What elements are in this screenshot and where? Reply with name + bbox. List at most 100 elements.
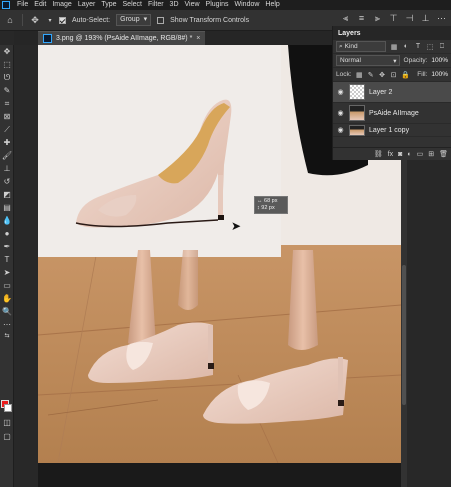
- layer-name[interactable]: Layer 2: [369, 89, 392, 96]
- document-tab[interactable]: 3.png @ 193% (PsAide AIImage, RGB/8#) * …: [38, 31, 206, 45]
- kind-filter-label: Kind: [344, 43, 358, 50]
- kind-filter-dropdown[interactable]: ⌕ Kind: [336, 41, 386, 52]
- menu-type[interactable]: Type: [98, 0, 119, 10]
- lock-pixels-icon[interactable]: ▦: [356, 71, 363, 79]
- link-icon[interactable]: ⛓: [374, 150, 383, 158]
- close-tab-icon[interactable]: ×: [196, 35, 200, 42]
- align-bottom-icon[interactable]: ⊥: [420, 13, 431, 25]
- dodge-tool-icon[interactable]: ●: [0, 227, 14, 240]
- lock-all-icon[interactable]: 🔒: [401, 71, 410, 79]
- lock-label: Lock:: [336, 71, 352, 78]
- new-layer-icon[interactable]: ⊞: [428, 150, 434, 158]
- path-select-tool-icon[interactable]: ➤: [0, 266, 14, 279]
- adjustment-filter-icon[interactable]: ◐: [402, 43, 410, 50]
- align-right-icon[interactable]: ⫸: [372, 13, 383, 25]
- trash-icon[interactable]: 🗑: [439, 150, 448, 158]
- align-left-icon[interactable]: ⫷: [340, 13, 351, 25]
- blur-tool-icon[interactable]: 💧: [0, 214, 14, 227]
- menu-help[interactable]: Help: [262, 0, 282, 10]
- menu-layer[interactable]: Layer: [75, 0, 99, 10]
- show-transform-label: Show Transform Controls: [170, 16, 250, 24]
- quick-mask-icon[interactable]: ◫: [0, 416, 14, 429]
- menu-file[interactable]: File: [14, 0, 31, 10]
- align-icons-group: ⫷ ≡ ⫸ ⊤ ⊣ ⊥ ⋯: [340, 13, 447, 25]
- fill-value[interactable]: 100%: [431, 71, 448, 78]
- measure-width-row: ↔ 68 px: [257, 198, 278, 204]
- menu-3d[interactable]: 3D: [167, 0, 182, 10]
- lock-row: Lock: ▦ ✎ ✥ ⊡ 🔒 Fill: 100%: [333, 68, 451, 82]
- auto-select-dropdown[interactable]: Group ▾: [116, 14, 152, 26]
- opacity-value[interactable]: 100%: [431, 57, 448, 64]
- marquee-tool-icon[interactable]: ⬚: [0, 58, 14, 71]
- menu-view[interactable]: View: [182, 0, 203, 10]
- menu-edit[interactable]: Edit: [31, 0, 49, 10]
- blend-mode-dropdown[interactable]: Normal ▾: [336, 55, 400, 66]
- eyedropper-tool-icon[interactable]: ⟋: [0, 123, 14, 136]
- type-filter-icon[interactable]: T: [414, 43, 422, 50]
- background-color-swatch[interactable]: [4, 404, 12, 412]
- mask-icon[interactable]: ◙: [398, 151, 402, 158]
- align-middle-icon[interactable]: ⊣: [404, 13, 415, 25]
- healing-brush-tool-icon[interactable]: ✚: [0, 136, 14, 149]
- blend-row: Normal ▾ Opacity: 100%: [333, 54, 451, 68]
- chevron-down-icon: ▾: [393, 57, 397, 65]
- layer-name[interactable]: Layer 1 copy: [369, 127, 409, 134]
- eye-icon[interactable]: ◉: [336, 126, 345, 134]
- measure-tooltip: ↔ 68 px ↕ 92 px: [254, 196, 288, 214]
- layer-row[interactable]: ◉ PsAide AIImage: [333, 103, 451, 124]
- layer-name[interactable]: PsAide AIImage: [369, 110, 419, 117]
- menu-filter[interactable]: Filter: [145, 0, 167, 10]
- home-icon[interactable]: ⌂: [4, 14, 16, 26]
- menu-image[interactable]: Image: [49, 0, 74, 10]
- menu-select[interactable]: Select: [120, 0, 145, 10]
- screen-mode-icon[interactable]: ▢: [0, 430, 14, 443]
- menu-window[interactable]: Window: [232, 0, 263, 10]
- scrollbar-thumb[interactable]: [402, 265, 406, 405]
- quick-select-tool-icon[interactable]: ✎: [0, 84, 14, 97]
- opacity-label: Opacity:: [403, 57, 428, 64]
- smart-object-filter-icon[interactable]: ⎕: [438, 43, 446, 51]
- rectangle-tool-icon[interactable]: ▭: [0, 279, 14, 292]
- brush-tool-icon[interactable]: 🖌: [0, 149, 14, 162]
- gradient-tool-icon[interactable]: ▤: [0, 201, 14, 214]
- eye-icon[interactable]: ◉: [336, 109, 345, 117]
- zoom-tool-icon[interactable]: 🔍: [0, 305, 14, 318]
- lock-position-icon[interactable]: ✥: [378, 71, 385, 79]
- fx-icon[interactable]: fx: [388, 151, 393, 158]
- folder-icon[interactable]: ▭: [417, 150, 424, 158]
- history-brush-tool-icon[interactable]: ↺: [0, 175, 14, 188]
- shape-filter-icon[interactable]: ⬚: [426, 43, 434, 51]
- eye-icon[interactable]: ◉: [336, 88, 345, 96]
- eraser-tool-icon[interactable]: ◩: [0, 188, 14, 201]
- pen-tool-icon[interactable]: ✒: [0, 240, 14, 253]
- lock-paint-icon[interactable]: ✎: [367, 71, 374, 79]
- menu-plugins[interactable]: Plugins: [203, 0, 232, 10]
- type-tool-icon[interactable]: T: [0, 253, 14, 266]
- lasso-tool-icon[interactable]: ᘎ: [0, 71, 14, 84]
- auto-select-label: Auto-Select:: [72, 16, 111, 24]
- layers-panel-title[interactable]: Layers: [333, 26, 451, 40]
- lock-artboard-icon[interactable]: ⊡: [390, 71, 397, 79]
- clone-stamp-tool-icon[interactable]: ⊥: [0, 162, 14, 175]
- photoshop-logo-icon: [2, 1, 10, 9]
- move-tool-icon[interactable]: ✥: [0, 45, 14, 58]
- adjustment-icon[interactable]: ◐: [407, 151, 411, 158]
- align-top-icon[interactable]: ⊤: [388, 13, 399, 25]
- more-icon[interactable]: ⋯: [436, 13, 447, 25]
- align-center-icon[interactable]: ≡: [356, 13, 367, 25]
- auto-select-checkbox[interactable]: [59, 16, 66, 24]
- crop-tool-icon[interactable]: ⌗: [0, 97, 14, 110]
- swap-colors-icon[interactable]: ⇆: [0, 331, 14, 339]
- edit-toolbar-icon[interactable]: ⋯: [0, 318, 14, 331]
- move-tool-icon[interactable]: ✥: [29, 14, 41, 26]
- hand-tool-icon[interactable]: ✋: [0, 292, 14, 305]
- pixel-filter-icon[interactable]: ▦: [390, 43, 398, 51]
- chevron-down-icon[interactable]: ▾: [47, 14, 53, 26]
- layer-thumbnail: [349, 84, 365, 100]
- chevron-down-icon: ▾: [143, 16, 148, 23]
- layer-row[interactable]: ◉ Layer 1 copy: [333, 124, 451, 137]
- show-transform-checkbox[interactable]: [157, 16, 165, 24]
- layer-row[interactable]: ◉ Layer 2: [333, 82, 451, 103]
- frame-tool-icon[interactable]: ⊠: [0, 110, 14, 123]
- measure-width: 68 px: [264, 198, 278, 204]
